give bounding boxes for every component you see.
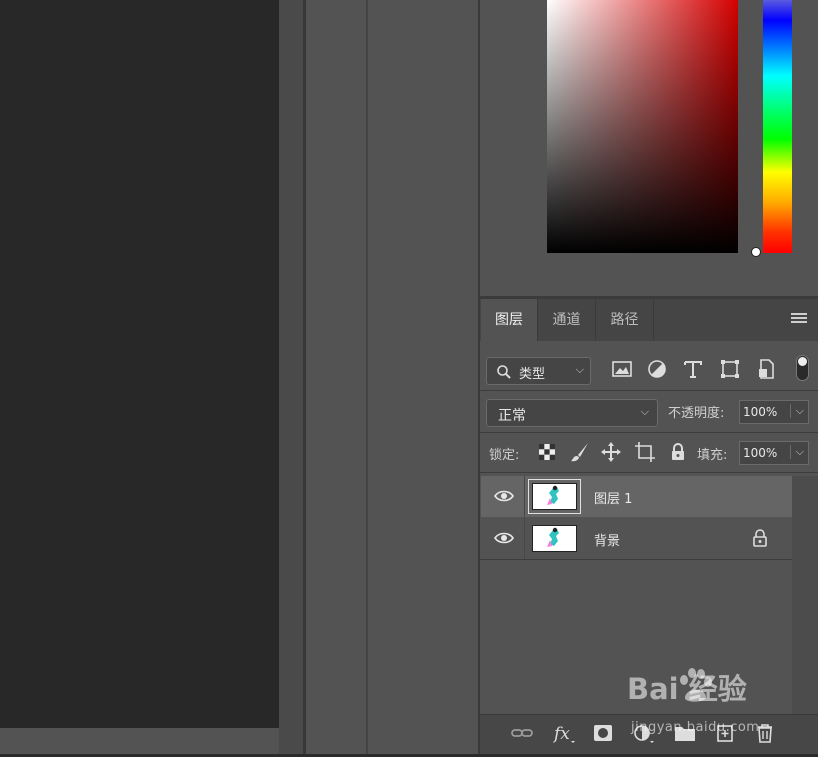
layer-style-fx-icon[interactable]: fx	[552, 722, 576, 744]
opacity-field[interactable]: 100% ⌵	[739, 400, 809, 424]
opacity-value: 100%	[743, 405, 778, 419]
lock-transparent-pixels-icon[interactable]	[536, 441, 558, 463]
search-icon	[497, 365, 511, 379]
watermark-url: jingyan.baidu.com	[631, 720, 760, 735]
layer-row-divider	[480, 559, 792, 560]
eye-icon[interactable]	[494, 531, 514, 545]
figure-thumbnail-icon	[547, 485, 559, 505]
hue-slider[interactable]	[763, 0, 792, 253]
fill-label: 填充:	[697, 448, 728, 463]
figure-thumbnail-icon	[547, 527, 559, 547]
lock-artboard-icon[interactable]	[634, 441, 656, 463]
chevron-down-icon[interactable]: ⌵	[789, 404, 804, 418]
layer-row[interactable]: 背景	[481, 518, 792, 559]
panel-menu-icon[interactable]	[791, 313, 807, 325]
visibility-column-divider	[524, 518, 525, 559]
add-mask-icon[interactable]	[591, 722, 615, 744]
color-saturation-field[interactable]	[547, 0, 738, 253]
collapsed-panel-dock	[368, 0, 478, 754]
eye-icon[interactable]	[494, 489, 514, 503]
chevron-down-icon[interactable]: ⌵	[789, 445, 804, 459]
shape-filter-icon[interactable]	[719, 358, 741, 380]
adjustment-filter-icon[interactable]	[646, 358, 668, 380]
link-layers-icon[interactable]	[510, 722, 534, 744]
blend-mode-value: 正常	[498, 408, 526, 424]
fill-value: 100%	[743, 446, 778, 460]
filter-toggle-switch[interactable]	[796, 355, 809, 381]
tab-layers[interactable]: 图层	[481, 299, 538, 341]
lock-image-pixels-icon[interactable]	[569, 441, 591, 463]
lock-icon[interactable]	[752, 529, 768, 547]
watermark-brand: Bai 经验	[627, 672, 747, 706]
panel-separator	[480, 432, 818, 433]
visibility-column-divider	[524, 476, 525, 517]
smart-object-filter-icon[interactable]	[755, 358, 777, 380]
tab-channels[interactable]: 通道	[538, 299, 596, 341]
canvas-status-bar	[0, 728, 279, 754]
lock-label: 锁定:	[489, 448, 520, 463]
layer-row[interactable]: 图层 1	[481, 476, 792, 517]
layer-name[interactable]: 图层 1	[594, 488, 632, 507]
opacity-label: 不透明度:	[668, 406, 725, 421]
svg-text:fx: fx	[552, 724, 570, 744]
layer-filter-select[interactable]: 类型 ⌵	[486, 357, 591, 385]
document-canvas-area[interactable]	[0, 0, 279, 728]
tab-paths[interactable]: 路径	[596, 299, 654, 341]
baidu-jingyan-watermark: Bai 经验 jingyan.baidu.com	[627, 666, 797, 744]
layer-thumbnail[interactable]	[532, 483, 577, 510]
image-filter-icon[interactable]	[611, 358, 633, 380]
collapsed-panel-dock	[306, 0, 366, 754]
filter-type-label: 类型	[519, 367, 546, 382]
layer-thumbnail[interactable]	[532, 525, 577, 552]
canvas-scrollbar[interactable]	[279, 0, 303, 754]
panel-separator	[480, 390, 818, 391]
type-filter-icon[interactable]	[682, 358, 704, 380]
lock-all-icon[interactable]	[667, 441, 689, 463]
chevron-down-icon: ⌵	[575, 363, 584, 376]
layer-name[interactable]: 背景	[594, 530, 620, 549]
blend-mode-select[interactable]: 正常 ⌵	[486, 399, 658, 427]
color-picker-handle[interactable]	[751, 247, 761, 257]
fill-field[interactable]: 100% ⌵	[739, 441, 809, 465]
panel-separator	[480, 472, 818, 473]
chevron-down-icon: ⌵	[640, 405, 649, 418]
lock-position-icon[interactable]	[600, 441, 622, 463]
